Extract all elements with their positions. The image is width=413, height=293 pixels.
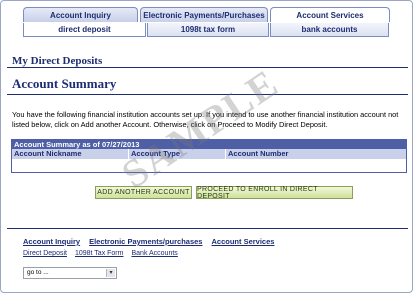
page-frame: Account Inquiry Electronic Payments/Purc… xyxy=(0,0,413,293)
footer-secondary-links: Direct Deposit 1098t Tax Form Bank Accou… xyxy=(23,250,178,257)
goto-select[interactable]: go to ... ▾ xyxy=(23,267,117,279)
subtab-direct-deposit[interactable]: direct deposit xyxy=(23,23,146,37)
tab-account-services[interactable]: Account Services xyxy=(270,7,390,22)
column-header-number: Account Number xyxy=(228,149,289,158)
footer-link-direct-deposit[interactable]: Direct Deposit xyxy=(23,250,67,257)
chevron-down-icon[interactable]: ▾ xyxy=(106,269,115,277)
footer-divider xyxy=(7,228,408,229)
footer-link-electronic-payments[interactable]: Electronic Payments/purchases xyxy=(89,237,202,246)
secondary-tabs: direct deposit 1098t tax form bank accou… xyxy=(23,23,390,37)
footer-link-account-inquiry[interactable]: Account Inquiry xyxy=(23,237,80,246)
footer-primary-links: Account Inquiry Electronic Payments/purc… xyxy=(23,237,274,246)
title-divider xyxy=(7,67,408,68)
page-title: My Direct Deposits xyxy=(12,55,103,67)
tab-account-inquiry[interactable]: Account Inquiry xyxy=(23,7,138,22)
column-header-nickname: Account Nickname xyxy=(12,149,129,159)
footer-link-1098t-tax-form[interactable]: 1098t Tax Form xyxy=(75,250,124,257)
tab-electronic-payments[interactable]: Electronic Payments/Purchases xyxy=(140,7,268,22)
footer-link-account-services[interactable]: Account Services xyxy=(211,237,274,246)
grid-empty-row xyxy=(12,159,406,172)
primary-tabs: Account Inquiry Electronic Payments/Purc… xyxy=(23,7,392,22)
goto-select-value: go to ... xyxy=(27,269,49,276)
section-title: Account Summary xyxy=(12,76,117,91)
subtab-1098t-tax-form[interactable]: 1098t tax form xyxy=(147,23,269,37)
footer-link-bank-accounts[interactable]: Bank Accounts xyxy=(131,250,177,257)
proceed-enroll-button[interactable]: PROCEED TO ENROLL IN DIRECT DEPOSIT xyxy=(196,186,353,200)
subtab-bank-accounts[interactable]: bank accounts xyxy=(270,23,389,37)
